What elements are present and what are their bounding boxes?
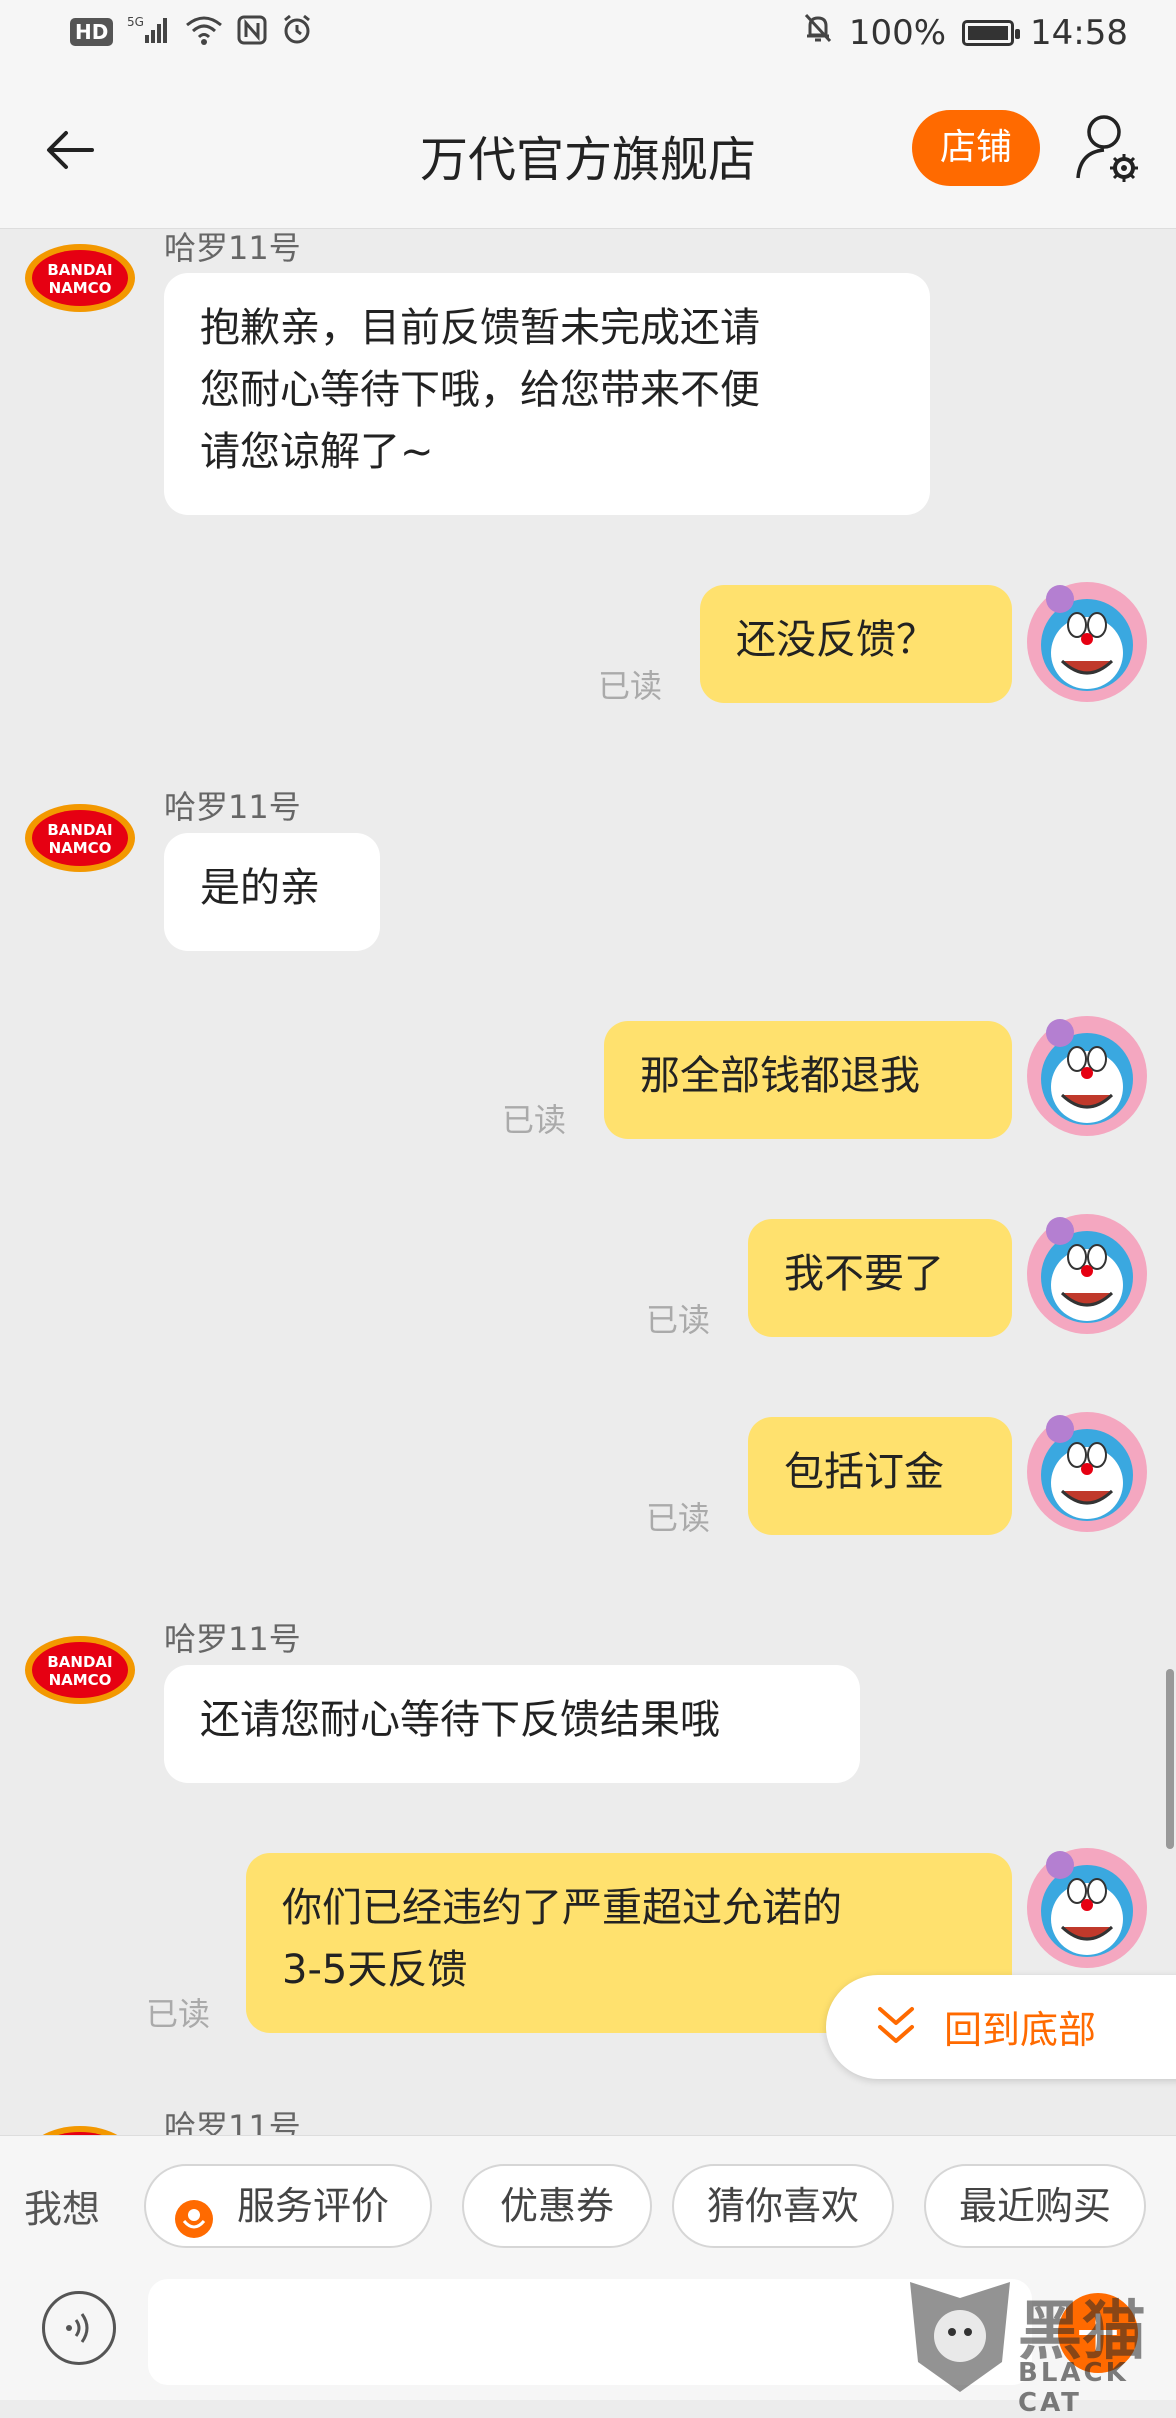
chip-label: 服务评价 [236, 2184, 389, 2228]
shop-avatar[interactable]: BANDAI NAMCO [24, 1635, 136, 1705]
read-status: 已读 [598, 667, 663, 705]
chip-label: 最近购买 [958, 2184, 1111, 2228]
watermark-subtext: BLACK CAT [1018, 2358, 1129, 2418]
back-to-bottom-label: 回到底部 [944, 2008, 1097, 2052]
status-right: 100% 14:58 [803, 12, 1128, 53]
shop-logo-text: BANDAI [47, 261, 112, 279]
user-avatar[interactable] [1022, 1209, 1152, 1339]
wifi-icon [185, 15, 223, 49]
clock: 14:58 [1030, 12, 1128, 53]
message-bubble[interactable]: 那全部钱都退我 [604, 1021, 1012, 1139]
shop-logo-text: NAMCO [49, 279, 112, 297]
quick-action-bar: 我想 服务评价 优惠券 猜你喜欢 最近购买 [0, 2135, 1176, 2266]
user-avatar[interactable] [1022, 1011, 1152, 1141]
shop-logo-text: BANDAI [47, 821, 112, 839]
read-status: 已读 [146, 1995, 211, 2033]
status-bar: HD 5G 100% 14:58 [0, 0, 1176, 72]
message-bubble[interactable]: 是的亲 [164, 833, 380, 951]
watermark: 黑猫 BLACK CAT [900, 2272, 1170, 2418]
user-settings-icon[interactable] [1074, 110, 1144, 186]
back-to-bottom-button[interactable]: 回到底部 [826, 1975, 1176, 2079]
flower-icon [174, 2186, 214, 2266]
message-bubble[interactable]: 还没反馈？ [700, 585, 1012, 703]
message-bubble[interactable]: 还请您耐心等待下反馈结果哦 [164, 1665, 860, 1783]
nav-bar: 万代官方旗舰店 店铺 [0, 72, 1176, 229]
signal-icon: 5G [127, 15, 171, 49]
shop-avatar[interactable]: BANDAI NAMCO [24, 803, 136, 873]
chip-label: 优惠券 [499, 2184, 614, 2228]
scrollbar[interactable] [1166, 1669, 1174, 1849]
battery-icon [962, 19, 1021, 46]
network-label: 5G [127, 15, 144, 29]
chip-service-review[interactable]: 服务评价 [144, 2164, 432, 2248]
double-chevron-down-icon [876, 2003, 916, 2053]
message-bubble[interactable]: 包括订金 [748, 1417, 1012, 1535]
shop-avatar[interactable] [24, 2125, 136, 2135]
user-avatar[interactable] [1022, 577, 1152, 707]
hd-badge: HD [70, 18, 114, 46]
status-left: HD 5G [70, 14, 313, 50]
shop-button[interactable]: 店铺 [912, 110, 1040, 186]
read-status: 已读 [502, 1101, 567, 1139]
voice-icon[interactable] [42, 2291, 116, 2365]
user-avatar[interactable] [1022, 1407, 1152, 1537]
message-bubble[interactable]: 抱歉亲，目前反馈暂未完成还请 您耐心等待下哦，给您带来不便 请您谅解了~ [164, 273, 930, 515]
shop-logo-text: NAMCO [49, 1671, 112, 1689]
chip-label: 猜你喜欢 [706, 2184, 859, 2228]
battery-percent: 100% [848, 12, 947, 53]
shop-logo-text: NAMCO [49, 839, 112, 857]
chip-recent-purchase[interactable]: 最近购买 [924, 2164, 1146, 2248]
read-status: 已读 [646, 1301, 711, 1339]
cat-logo-icon [906, 2278, 1014, 2400]
shop-logo-text: BANDAI [47, 1653, 112, 1671]
mute-bell-icon [803, 12, 833, 53]
message-bubble[interactable]: 我不要了 [748, 1219, 1012, 1337]
alarm-icon [281, 14, 313, 50]
sender-name: 哈罗11号 [164, 2108, 301, 2135]
shop-avatar[interactable]: BANDAI NAMCO [24, 243, 136, 313]
sender-name: 哈罗11号 [164, 229, 301, 267]
chip-guess-you-like[interactable]: 猜你喜欢 [672, 2164, 894, 2248]
chip-coupon[interactable]: 优惠券 [462, 2164, 652, 2248]
chat-area[interactable]: BANDAI NAMCO 哈罗11号 抱歉亲，目前反馈暂未完成还请 您耐心等待下… [0, 229, 1176, 2135]
quick-label: 我想 [24, 2187, 101, 2231]
user-avatar[interactable] [1022, 1843, 1152, 1973]
sender-name: 哈罗11号 [164, 788, 301, 826]
nfc-icon [237, 15, 267, 49]
sender-name: 哈罗11号 [164, 1620, 301, 1658]
read-status: 已读 [646, 1499, 711, 1537]
